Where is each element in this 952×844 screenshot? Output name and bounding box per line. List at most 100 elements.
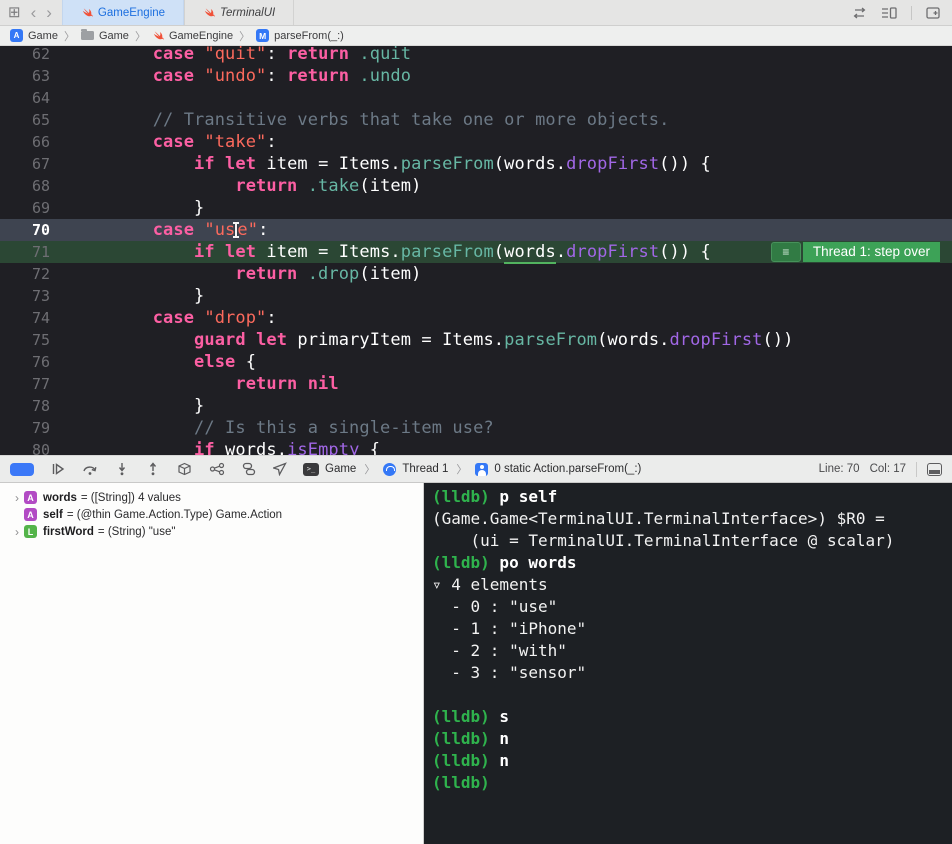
breadcrumb-folder[interactable]: Game: [80, 29, 129, 42]
memory-graph-icon[interactable]: [209, 462, 225, 476]
code-line-79[interactable]: 79 // Is this a single-item use?: [0, 417, 952, 439]
code-line-77[interactable]: 77 return nil: [0, 373, 952, 395]
variable-row-words[interactable]: › A words = ([String]) 4 values: [10, 489, 423, 506]
line-number[interactable]: 74: [0, 307, 56, 329]
variables-view: › A words = ([String]) 4 values A self =…: [0, 483, 424, 844]
line-number[interactable]: 80: [0, 439, 56, 455]
debug-controls: [10, 462, 287, 476]
thread-icon: [383, 462, 397, 476]
line-number[interactable]: 68: [0, 175, 56, 197]
variable-name: self: [43, 508, 63, 521]
code-text: if let item = Items.parseFrom(words.drop…: [194, 242, 711, 264]
console-output: (ui = TerminalUI.TerminalInterface @ sca…: [432, 531, 895, 550]
lldb-prompt: (lldb): [432, 553, 490, 572]
code-lines: 62 case "quit": return .quit 63 case "und…: [0, 46, 952, 455]
code-line-78[interactable]: 78 }: [0, 395, 952, 417]
disclosure-triangle-icon[interactable]: ›: [10, 525, 24, 539]
simulate-location-icon[interactable]: [273, 462, 287, 476]
console-line: (lldb) po words: [432, 552, 952, 574]
tab-overview-icon[interactable]: ⊞: [8, 5, 21, 20]
line-number[interactable]: 72: [0, 263, 56, 285]
code-line-72[interactable]: 72 return .drop(item): [0, 263, 952, 285]
code-text: // Transitive verbs that take one or mor…: [152, 110, 670, 130]
code-line-64[interactable]: 64: [0, 87, 952, 109]
editor-options-icon[interactable]: [881, 6, 897, 19]
stack-frame-name[interactable]: 0 static Action.parseFrom(_:): [494, 463, 641, 475]
lldb-prompt: (lldb): [432, 751, 490, 770]
divider: [916, 461, 917, 477]
code-line-73[interactable]: 73 }: [0, 285, 952, 307]
view-hierarchy-icon[interactable]: [177, 462, 192, 476]
continue-icon[interactable]: [51, 462, 65, 476]
lldb-prompt: (lldb): [432, 707, 490, 726]
line-number[interactable]: 77: [0, 373, 56, 395]
variable-value: = (String) "use": [97, 525, 176, 538]
line-number[interactable]: 75: [0, 329, 56, 351]
step-into-icon[interactable]: [115, 462, 129, 476]
breadcrumb-symbol[interactable]: M parseFrom(_:): [256, 29, 344, 42]
line-number[interactable]: 63: [0, 65, 56, 87]
lldb-console[interactable]: (lldb) p self (Game.Game<TerminalUI.Termi…: [424, 483, 952, 844]
code-line-76[interactable]: 76 else {: [0, 351, 952, 373]
console-line: - 0 : "use": [432, 596, 952, 618]
line-number[interactable]: 62: [0, 46, 56, 65]
line-number[interactable]: 76: [0, 351, 56, 373]
console-output: - 3 : "sensor": [432, 663, 587, 682]
code-line-71[interactable]: 71 if let item = Items.parseFrom(words.d…: [0, 241, 952, 264]
back-icon[interactable]: ‹: [31, 4, 37, 21]
breakpoint-menu-icon[interactable]: ≡: [770, 242, 801, 262]
step-out-icon[interactable]: [146, 462, 160, 476]
add-editor-icon[interactable]: [926, 6, 940, 19]
variable-row-firstword[interactable]: › L firstWord = (String) "use": [10, 523, 423, 540]
text-cursor: [233, 222, 240, 238]
line-number[interactable]: 70: [0, 219, 56, 241]
tab-gameengine[interactable]: GameEngine: [61, 0, 185, 25]
code-line-65[interactable]: 65 // Transitive verbs that take one or …: [0, 109, 952, 131]
code-editor[interactable]: 62 case "quit": return .quit 63 case "und…: [0, 46, 952, 455]
swap-editors-icon[interactable]: [852, 7, 867, 19]
line-number[interactable]: 66: [0, 131, 56, 153]
code-line-67[interactable]: 67 if let item = Items.parseFrom(words.d…: [0, 153, 952, 175]
tab-terminalui[interactable]: TerminalUI: [184, 0, 295, 25]
step-over-icon[interactable]: [82, 462, 98, 476]
code-line-74[interactable]: 74 case "drop":: [0, 307, 952, 329]
variable-row-self[interactable]: A self = (@thin Game.Action.Type) Game.A…: [10, 506, 423, 523]
line-number[interactable]: 64: [0, 87, 56, 109]
hide-debug-area-icon[interactable]: [927, 462, 942, 476]
line-number[interactable]: 78: [0, 395, 56, 417]
code-text: if words.isEmpty {: [194, 440, 381, 455]
console-line: (lldb) s: [432, 706, 952, 728]
code-line-63[interactable]: 63 case "undo": return .undo: [0, 65, 952, 87]
thread-name[interactable]: Thread 1: [402, 463, 448, 475]
line-number[interactable]: 67: [0, 153, 56, 175]
console-line: ▿ 4 elements: [432, 574, 952, 596]
environment-overrides-icon[interactable]: [242, 462, 256, 476]
line-number[interactable]: 65: [0, 109, 56, 131]
code-line-62[interactable]: 62 case "quit": return .quit: [0, 46, 952, 65]
debug-toolbar: >_ Game 〉 Thread 1 〉 0 static Action.par…: [0, 455, 952, 483]
breakpoints-toggle[interactable]: [10, 462, 34, 476]
lldb-command: p self: [489, 487, 558, 506]
line-number[interactable]: 79: [0, 417, 56, 439]
stack-frame-icon: [475, 462, 489, 476]
forward-icon[interactable]: ›: [46, 4, 52, 21]
breadcrumb-project[interactable]: A Game: [10, 29, 58, 42]
breadcrumb-file[interactable]: GameEngine: [152, 30, 233, 42]
code-line-68[interactable]: 68 return .take(item): [0, 175, 952, 197]
line-number[interactable]: 69: [0, 197, 56, 219]
code-line-66[interactable]: 66 case "take":: [0, 131, 952, 153]
line-number[interactable]: 71: [0, 241, 56, 263]
disclosure-triangle-icon[interactable]: ›: [10, 491, 24, 505]
col-indicator: Col: 17: [869, 463, 906, 475]
line-indicator: Line: 70: [818, 463, 860, 475]
code-line-75[interactable]: 75 guard let primaryItem = Items.parseFr…: [0, 329, 952, 351]
line-number[interactable]: 73: [0, 285, 56, 307]
process-name[interactable]: Game: [325, 463, 356, 475]
code-line-69[interactable]: 69 }: [0, 197, 952, 219]
code-line-70[interactable]: 70 case "us e":: [0, 219, 952, 241]
console-output: - 2 : "with": [432, 641, 567, 660]
chevron-right-icon: 〉: [63, 30, 75, 43]
code-line-80[interactable]: 80 if words.isEmpty {: [0, 439, 952, 455]
method-badge-icon: M: [256, 29, 270, 42]
thread-annotation-badge[interactable]: ≡ Thread 1: step over: [770, 242, 940, 262]
